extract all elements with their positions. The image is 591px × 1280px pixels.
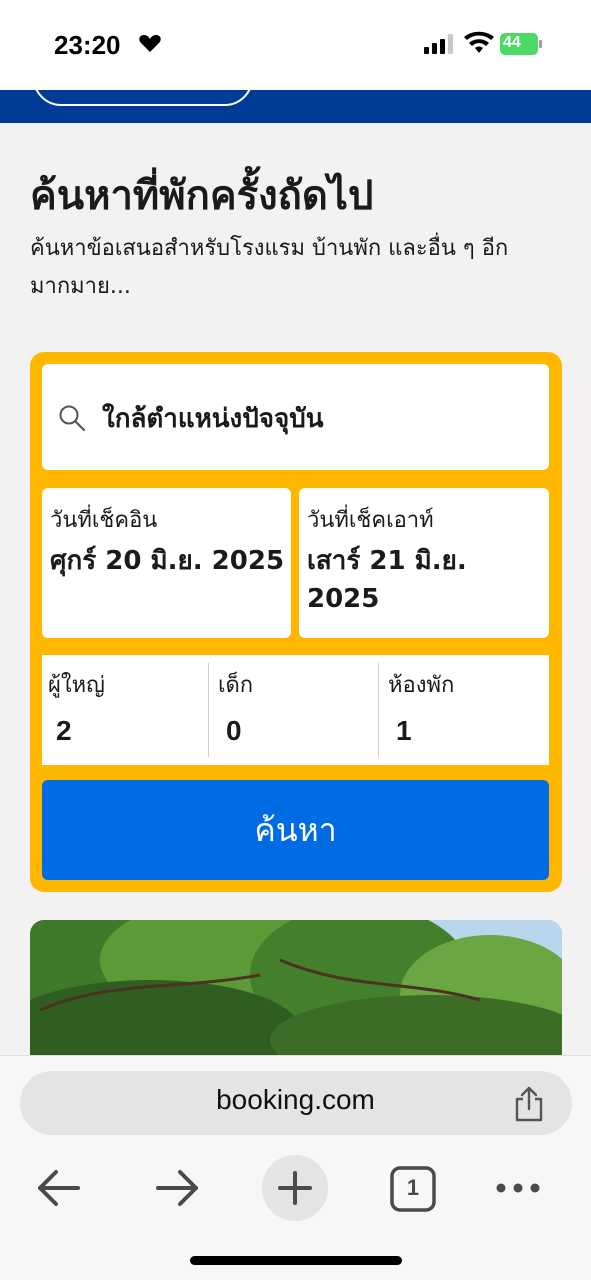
forward-arrow-icon[interactable] xyxy=(154,1168,200,1208)
signal-icon xyxy=(424,34,453,54)
heart-icon xyxy=(139,35,161,52)
destination-value[interactable]: ใกล้ตำแหน่งปัจจุบัน xyxy=(102,398,323,439)
tab-count: 1 xyxy=(406,1175,420,1200)
header-tab-pill[interactable] xyxy=(33,90,253,106)
search-button[interactable]: ค้นหา xyxy=(42,780,549,880)
site-header xyxy=(0,90,591,123)
occupancy-field[interactable]: ผู้ใหญ่ 2 เด็ก 0 ห้องพัก 1 xyxy=(42,655,549,765)
divider xyxy=(378,663,379,757)
search-icon xyxy=(59,405,86,432)
back-arrow-icon[interactable] xyxy=(36,1168,82,1208)
status-bar: 23:20 44 xyxy=(0,0,591,90)
adults-cell[interactable]: ผู้ใหญ่ 2 xyxy=(42,655,208,765)
tabs-button[interactable]: 1 xyxy=(390,1166,436,1212)
battery-level: 44 xyxy=(503,34,521,51)
checkin-value: ศุกร์ 20 มิ.ย. 2025 xyxy=(50,546,285,576)
new-tab-button[interactable] xyxy=(262,1155,328,1221)
wifi-icon xyxy=(464,31,494,53)
url-text[interactable]: booking.com xyxy=(0,1084,591,1116)
rooms-cell[interactable]: ห้องพัก 1 xyxy=(382,655,549,765)
page-title: ค้นหาที่พักครั้งถัดไป xyxy=(30,173,374,219)
rooms-label: ห้องพัก xyxy=(388,673,455,698)
page-subtitle: ค้นหาข้อเสนอสำหรับโรงแรม บ้านพัก และอื่น… xyxy=(30,236,509,299)
plus-icon xyxy=(278,1171,312,1205)
rooms-value: 1 xyxy=(396,715,412,746)
checkout-field[interactable]: วันที่เช็คเอาท์ เสาร์ 21 มิ.ย. 2025 xyxy=(299,488,549,638)
divider xyxy=(208,663,209,757)
status-time: 23:20 xyxy=(54,30,121,60)
checkin-field[interactable]: วันที่เช็คอิน ศุกร์ 20 มิ.ย. 2025 xyxy=(42,488,291,638)
checkin-label: วันที่เช็คอิน xyxy=(50,508,158,533)
checkout-label: วันที่เช็คเอาท์ xyxy=(307,508,434,533)
adults-label: ผู้ใหญ่ xyxy=(48,673,105,698)
checkout-value: เสาร์ 21 มิ.ย. 2025 xyxy=(307,546,467,614)
adults-value: 2 xyxy=(56,715,72,746)
children-label: เด็ก xyxy=(218,673,254,698)
children-value: 0 xyxy=(226,715,242,746)
share-icon[interactable] xyxy=(512,1086,546,1122)
children-cell[interactable]: เด็ก 0 xyxy=(212,655,378,765)
more-icon[interactable] xyxy=(495,1178,541,1198)
home-indicator xyxy=(190,1256,402,1265)
promo-image xyxy=(30,920,562,1060)
